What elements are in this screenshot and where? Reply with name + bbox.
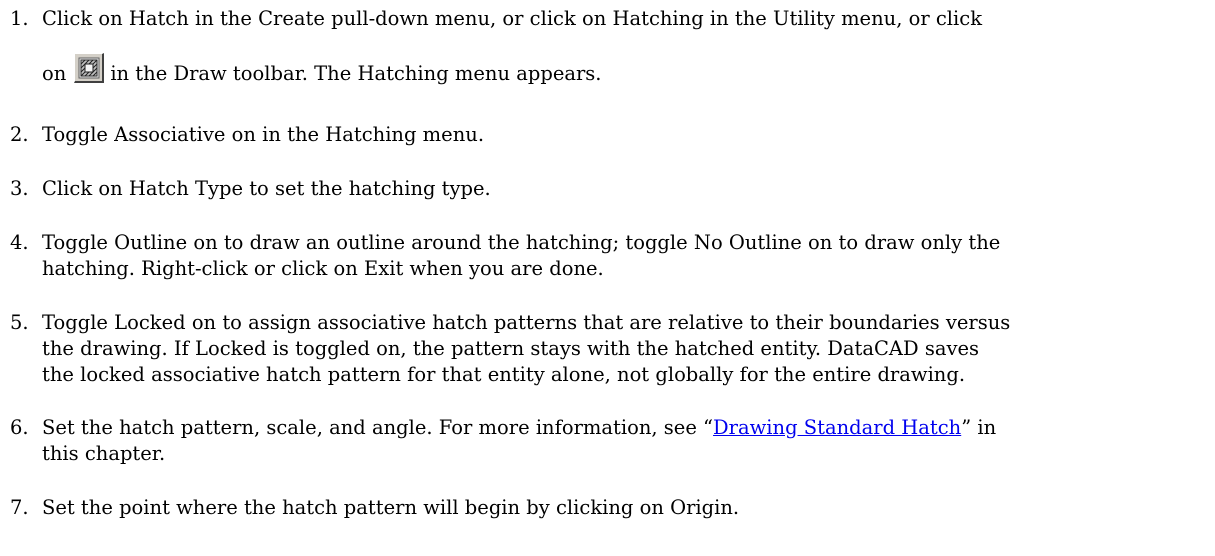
step-line: on in the Draw toolbar. The Hatching men… <box>42 53 1209 87</box>
step-number: 3. <box>10 177 29 200</box>
step-text-fragment: in the Draw toolbar. The Hatching menu a… <box>110 62 602 85</box>
drawing-standard-hatch-link[interactable]: Drawing Standard Hatch <box>713 416 961 439</box>
step-number: 6. <box>10 416 29 439</box>
step-text: Toggle Outline on to draw an outline aro… <box>42 230 1209 282</box>
step-line: the drawing. If Locked is toggled on, th… <box>42 337 980 360</box>
step-line: Set the point where the hatch pattern wi… <box>42 496 740 519</box>
step-line: Set the hatch pattern, scale, and angle.… <box>42 415 1209 441</box>
step-number: 4. <box>10 231 29 254</box>
step-line: Click on Hatch in the Create pull-down m… <box>42 7 983 30</box>
step-text: Set the hatch pattern, scale, and angle.… <box>42 415 1209 467</box>
step-text-fragment: on <box>42 62 67 85</box>
hatch-toolbar-button[interactable] <box>74 53 105 83</box>
step-text: Toggle Associative on in the Hatching me… <box>42 122 1209 148</box>
step-line: Toggle Associative on in the Hatching me… <box>42 123 485 146</box>
step-line: the locked associative hatch pattern for… <box>42 363 966 386</box>
step-line: Toggle Outline on to draw an outline aro… <box>42 231 1001 254</box>
step-number: 2. <box>10 123 29 146</box>
step-number: 1. <box>10 7 29 30</box>
step-text: Toggle Locked on to assign associative h… <box>42 310 1209 388</box>
step-text-fragment: Set the hatch pattern, scale, and angle.… <box>42 416 714 439</box>
step-text: Click on Hatch in the Create pull-down m… <box>42 6 1209 87</box>
step-text: Click on Hatch Type to set the hatching … <box>42 176 1209 202</box>
step-line: hatching. Right-click or click on Exit w… <box>42 257 604 280</box>
document-page: { "steps": [ { "number": "1.", "line1": … <box>0 0 1215 556</box>
step-text: Set the point where the hatch pattern wi… <box>42 495 1209 521</box>
step-line: Toggle Locked on to assign associative h… <box>42 311 1011 334</box>
hatch-icon <box>78 57 100 79</box>
step-line: this chapter. <box>42 442 166 465</box>
step-number: 5. <box>10 311 29 334</box>
step-line: Click on Hatch Type to set the hatching … <box>42 177 491 200</box>
step-number: 7. <box>10 496 29 519</box>
step-text-fragment: ” in <box>961 416 997 439</box>
